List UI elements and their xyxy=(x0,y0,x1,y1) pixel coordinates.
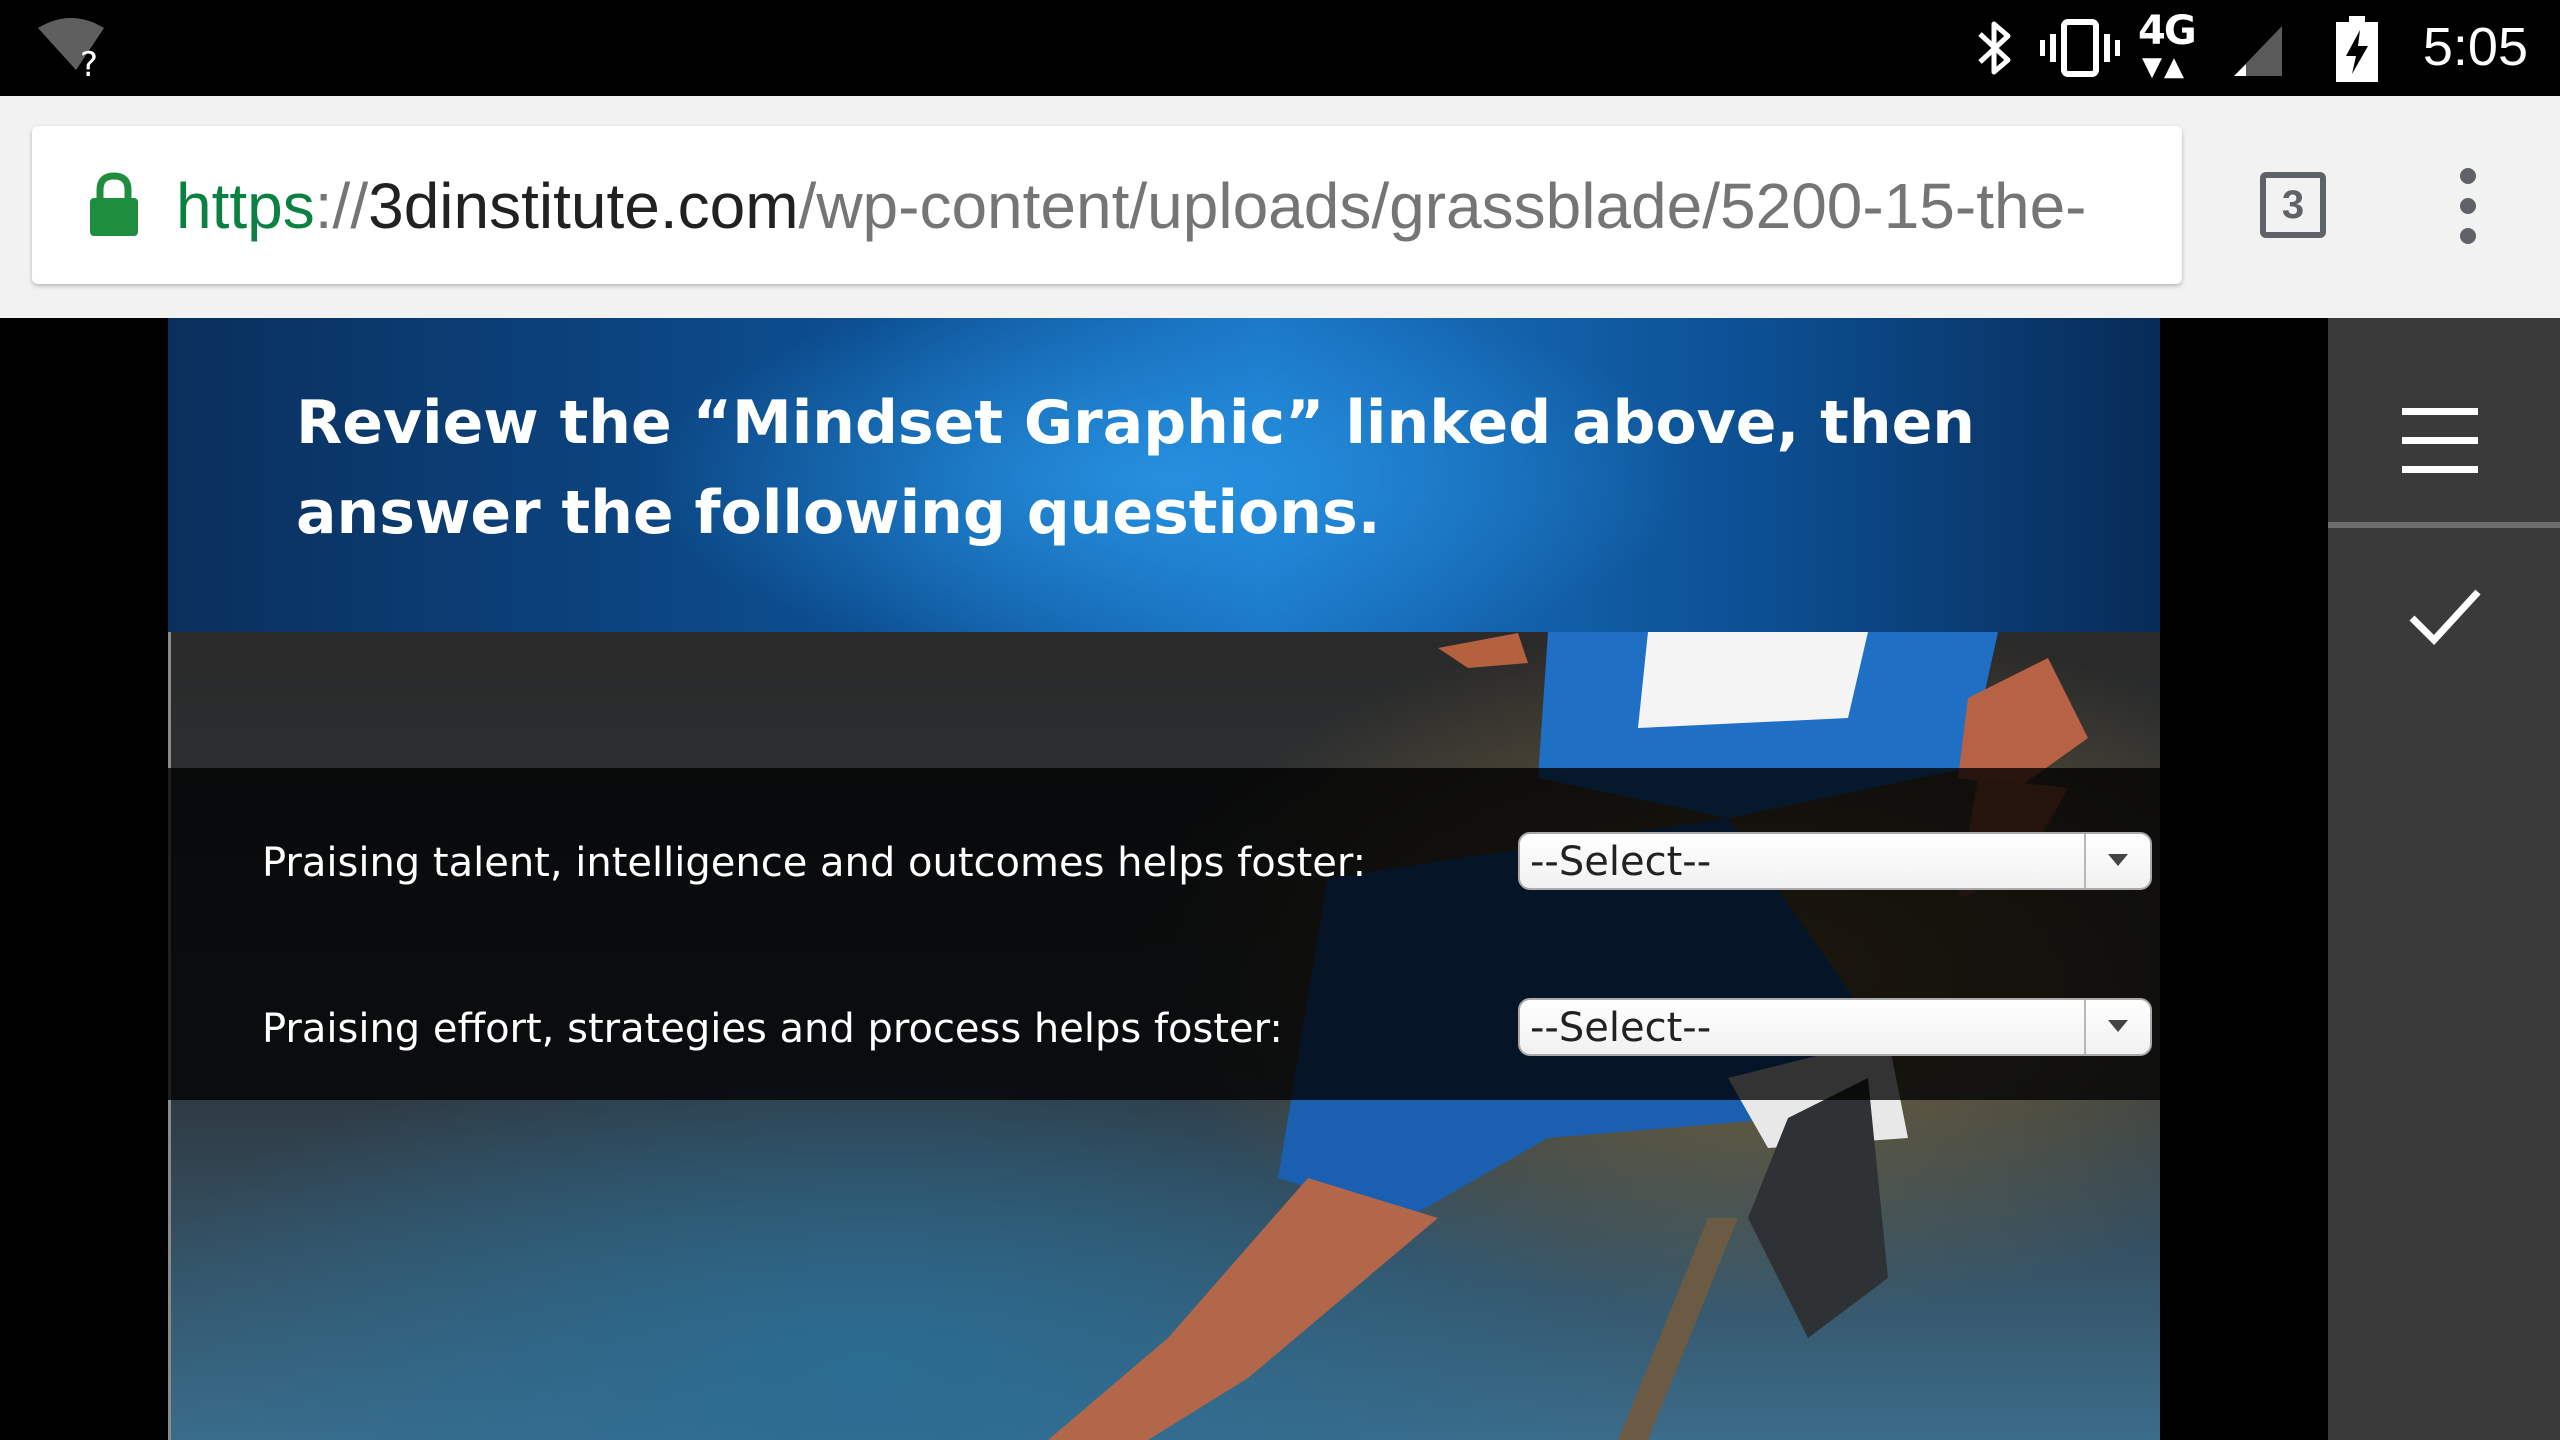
url-text[interactable]: https://3dinstitute.com/wp-content/uploa… xyxy=(176,164,2086,248)
course-slide: Review the “Mindset Graphic” linked abov… xyxy=(168,318,2160,1440)
player-side-nav xyxy=(2328,318,2560,1440)
dropdown-arrow-button[interactable] xyxy=(2084,1000,2150,1054)
wifi-unknown-icon: ? xyxy=(38,18,104,78)
answer-dropdown-2[interactable]: --Select-- xyxy=(1518,998,2152,1056)
url-host: 3dinstitute.com xyxy=(368,170,799,242)
hamburger-menu-icon xyxy=(2402,408,2478,473)
network-type: 4G xyxy=(2138,8,2197,54)
url-separator: :// xyxy=(314,170,369,242)
web-content: Review the “Mindset Graphic” linked abov… xyxy=(0,318,2560,1440)
status-bar: ? 4G ▼▲ 5:05 xyxy=(0,0,2560,96)
question-panel: Praising talent, intelligence and outcom… xyxy=(168,768,2160,1100)
submit-button[interactable] xyxy=(2328,528,2560,728)
browser-toolbar: https://3dinstitute.com/wp-content/uploa… xyxy=(0,96,2560,318)
answer-dropdown-1[interactable]: --Select-- xyxy=(1518,832,2152,890)
clock: 5:05 xyxy=(2422,17,2528,77)
lte-data-icon: 4G ▼▲ xyxy=(2138,8,2218,88)
tab-switcher-button[interactable]: 3 xyxy=(2260,172,2326,238)
slide-header: Review the “Mindset Graphic” linked abov… xyxy=(168,318,2160,632)
chevron-down-icon xyxy=(2108,1020,2128,1032)
url-fade xyxy=(2122,126,2182,284)
signal-icon xyxy=(2234,26,2282,76)
data-arrows-icon: ▼▲ xyxy=(2142,52,2186,82)
address-bar[interactable]: https://3dinstitute.com/wp-content/uploa… xyxy=(32,126,2182,284)
svg-text:?: ? xyxy=(80,45,98,78)
vibrate-icon xyxy=(2040,19,2120,77)
question-row-1: Praising talent, intelligence and outcom… xyxy=(262,832,2152,896)
slide-title: Review the “Mindset Graphic” linked abov… xyxy=(296,388,1975,548)
question-label: Praising talent, intelligence and outcom… xyxy=(262,840,1367,886)
dropdown-arrow-button[interactable] xyxy=(2084,834,2150,888)
question-row-2: Praising effort, strategies and process … xyxy=(262,998,2152,1062)
url-path: /wp-content/uploads/grassblade/5200-15-t… xyxy=(798,170,2087,242)
more-options-icon[interactable] xyxy=(2444,166,2492,246)
chevron-down-icon xyxy=(2108,854,2128,866)
checkmark-icon xyxy=(2409,589,2481,646)
menu-button[interactable] xyxy=(2328,318,2560,522)
dropdown-value: --Select-- xyxy=(1530,1005,1712,1051)
question-label: Praising effort, strategies and process … xyxy=(262,1006,1283,1052)
battery-charging-icon xyxy=(2336,16,2378,82)
bluetooth-icon xyxy=(1978,21,2011,75)
lock-icon[interactable] xyxy=(86,172,142,238)
dropdown-value: --Select-- xyxy=(1530,839,1712,885)
url-scheme: https xyxy=(176,170,315,242)
